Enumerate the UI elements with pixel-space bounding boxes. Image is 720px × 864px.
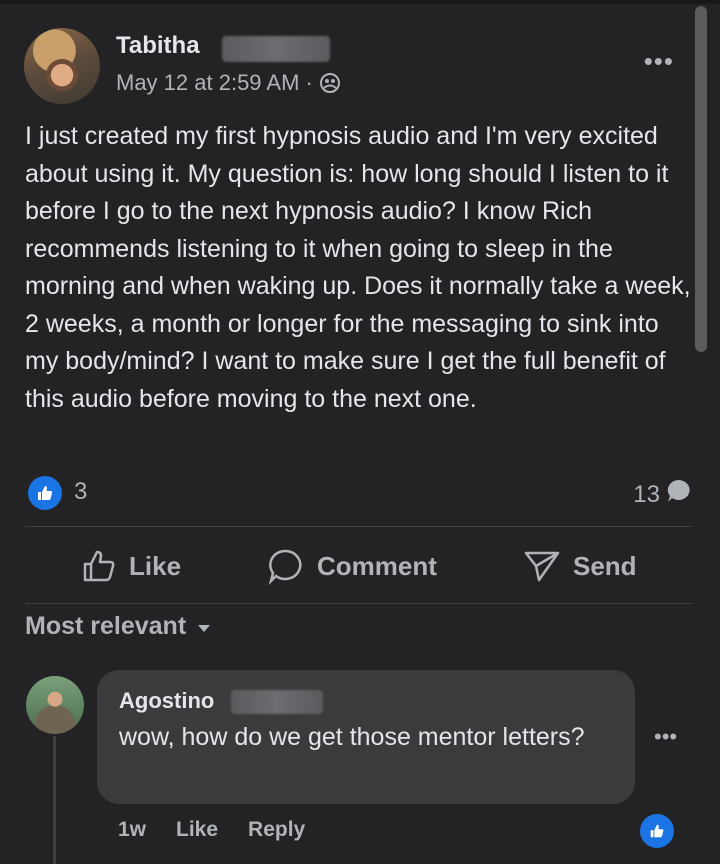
comment-icon xyxy=(267,547,305,585)
comment-like-button[interactable]: Like xyxy=(176,818,218,842)
author-avatar[interactable] xyxy=(24,28,100,104)
group-icon xyxy=(319,72,341,94)
reply-thread-line xyxy=(53,736,56,864)
send-button[interactable]: Send xyxy=(523,528,637,604)
like-label: Like xyxy=(129,550,182,581)
commenter-name[interactable]: Agostino xyxy=(119,688,214,714)
divider-top xyxy=(25,526,692,527)
post-text: I just created my first hypnosis audio a… xyxy=(25,122,691,413)
reaction-count[interactable]: 3 xyxy=(74,478,87,506)
comment-reply-button[interactable]: Reply xyxy=(248,818,305,842)
comment-like-reaction-icon[interactable] xyxy=(638,812,676,850)
top-edge xyxy=(0,0,720,4)
meta-separator: · xyxy=(305,70,313,95)
post-more-options-button[interactable]: ••• xyxy=(644,46,674,77)
author-name[interactable]: Tabitha xyxy=(116,32,200,60)
caret-down-icon xyxy=(196,612,212,641)
redacted-surname xyxy=(231,690,323,714)
comment-more-options-button[interactable]: ••• xyxy=(654,724,677,750)
sort-label: Most relevant xyxy=(25,612,187,640)
comment-button[interactable]: Comment xyxy=(267,528,437,604)
send-label: Send xyxy=(573,550,637,581)
comments-sort-dropdown[interactable]: Most relevant xyxy=(25,612,212,641)
comment-count[interactable]: 13 xyxy=(633,478,692,511)
comment-actions: 1w Like Reply xyxy=(118,818,305,842)
like-reaction-icon[interactable] xyxy=(28,476,62,510)
commenter-avatar[interactable] xyxy=(26,676,84,734)
comment-count-value: 13 xyxy=(633,480,660,508)
send-icon xyxy=(523,547,561,585)
comment-time[interactable]: 1w xyxy=(118,818,146,842)
post-header: Tabitha May 12 at 2:59 AM · ••• xyxy=(24,28,674,104)
post-meta: May 12 at 2:59 AM · xyxy=(116,70,341,96)
post-timestamp[interactable]: May 12 at 2:59 AM xyxy=(116,70,299,96)
comment-text: wow, how do we get those mentor letters? xyxy=(119,723,585,751)
like-button[interactable]: Like xyxy=(81,528,181,604)
redacted-surname xyxy=(222,36,330,62)
reactions-summary: 3 13 xyxy=(28,474,692,510)
comment-bubble: Agostino wow, how do we get those mentor… xyxy=(97,670,635,804)
thumbs-up-icon xyxy=(81,548,117,584)
divider-bottom xyxy=(25,603,692,604)
post-action-bar: Like Comment Send xyxy=(25,528,692,604)
comment-label: Comment xyxy=(317,550,437,581)
comment-bubble-icon xyxy=(666,478,692,511)
